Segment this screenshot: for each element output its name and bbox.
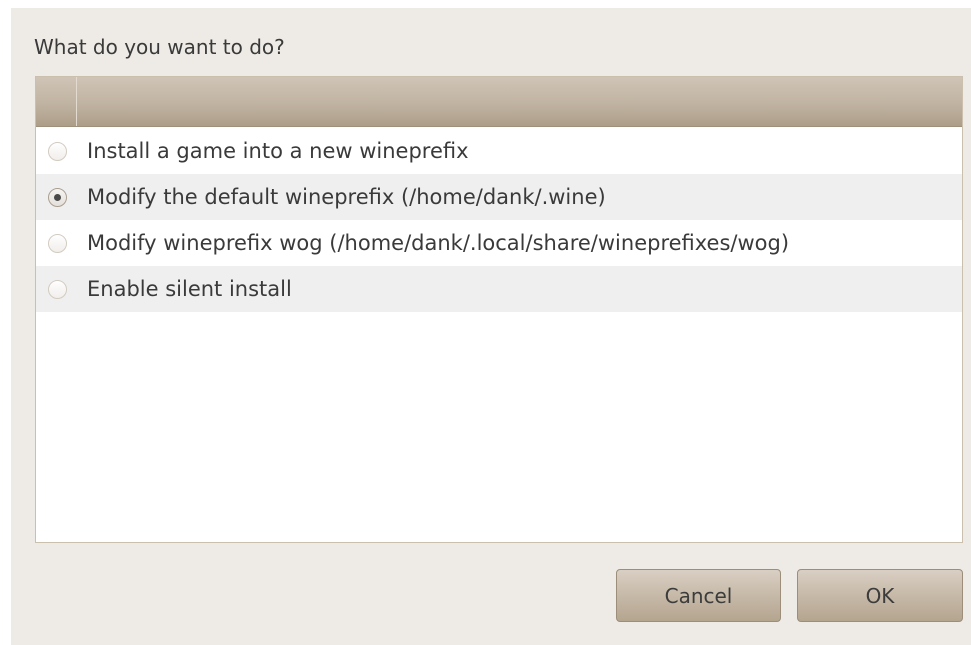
list-header — [36, 77, 962, 127]
header-column-radio[interactable] — [36, 77, 77, 126]
dialog-prompt: What do you want to do? — [34, 35, 285, 59]
list-item-silent-install[interactable]: Enable silent install — [36, 266, 962, 312]
dialog-window: What do you want to do? Install a game i… — [11, 8, 971, 645]
option-label: Enable silent install — [87, 277, 292, 301]
radio-install-new[interactable] — [48, 142, 67, 161]
header-column-label[interactable] — [77, 77, 962, 126]
list-item-modify-wog[interactable]: Modify wineprefix wog (/home/dank/.local… — [36, 220, 962, 266]
radio-modify-wog[interactable] — [48, 234, 67, 253]
ok-button[interactable]: OK — [797, 569, 963, 622]
cancel-button[interactable]: Cancel — [616, 569, 781, 622]
options-list: Install a game into a new wineprefix Mod… — [35, 76, 963, 543]
list-item-install-new[interactable]: Install a game into a new wineprefix — [36, 128, 962, 174]
option-label: Install a game into a new wineprefix — [87, 139, 469, 163]
list-rows: Install a game into a new wineprefix Mod… — [36, 128, 962, 312]
option-label: Modify the default wineprefix (/home/dan… — [87, 185, 606, 209]
option-label: Modify wineprefix wog (/home/dank/.local… — [87, 231, 790, 255]
list-item-modify-default[interactable]: Modify the default wineprefix (/home/dan… — [36, 174, 962, 220]
radio-silent-install[interactable] — [48, 280, 67, 299]
radio-modify-default[interactable] — [48, 188, 67, 207]
